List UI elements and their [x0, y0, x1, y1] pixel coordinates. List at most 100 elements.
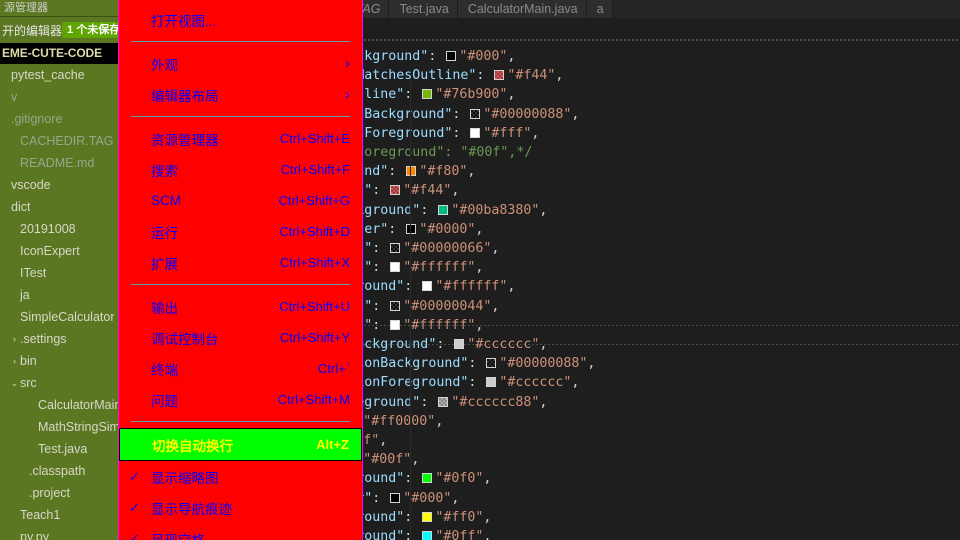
menu-item-shortcut: Ctrl+Shift+M	[277, 392, 350, 407]
file-tree-item[interactable]: vscode	[0, 174, 120, 196]
file-tree-item[interactable]: dict	[0, 196, 120, 218]
editor-tab[interactable]: CalculatorMain.java	[457, 0, 587, 18]
menu-item[interactable]: SCM Ctrl+Shift+G	[119, 185, 362, 216]
color-swatch-icon[interactable]	[486, 358, 497, 369]
menu-item[interactable]: 打开视图...	[119, 4, 362, 35]
json-value: "#00000066"	[403, 241, 492, 256]
menu-item[interactable]: 外观 ›	[119, 48, 362, 79]
json-value: "#00ba8380"	[451, 202, 540, 218]
menu-item[interactable]: 问题 Ctrl+Shift+M	[119, 384, 362, 415]
check-icon: ✓	[129, 530, 140, 540]
minimap-divider-right	[410, 78, 411, 540]
menu-item[interactable]: 资源管理器 Ctrl+Shift+E	[119, 123, 362, 154]
json-colon: :	[388, 164, 405, 180]
color-swatch-icon[interactable]	[486, 377, 497, 388]
editor-tab-label: a	[596, 2, 604, 16]
color-swatch-icon[interactable]	[470, 108, 481, 119]
file-tree-item[interactable]: Teach1	[0, 504, 120, 526]
json-comma: ,	[539, 394, 548, 410]
file-tree-item[interactable]: ⌄ src	[0, 372, 120, 394]
color-swatch-icon[interactable]	[422, 89, 433, 100]
file-tree-item-label: pytest_cache	[11, 68, 85, 82]
file-tree-item-label: Teach1	[20, 508, 61, 522]
menu-item[interactable]: 编辑器布局 ›	[119, 79, 362, 110]
menu-item-shortcut: Ctrl+Shift+Y	[279, 330, 350, 345]
json-value: "#cccccc88"	[451, 394, 540, 410]
json-colon: :	[372, 298, 389, 314]
menu-separator	[131, 284, 350, 285]
file-tree-item[interactable]: py.py	[0, 526, 120, 540]
menu-separator	[131, 41, 350, 42]
color-swatch-icon[interactable]	[406, 166, 417, 177]
file-tree-item[interactable]: pytest_cache	[0, 64, 120, 86]
json-comma: ,	[451, 183, 460, 199]
editor-tab[interactable]: Test.java	[389, 0, 458, 18]
file-tree-item[interactable]: IconExpert	[0, 240, 120, 262]
menu-item[interactable]: 调试控制台 Ctrl+Shift+Y	[119, 322, 362, 353]
color-swatch-icon[interactable]	[406, 223, 417, 234]
menu-item[interactable]: 搜索 Ctrl+Shift+F	[119, 154, 362, 185]
json-colon: :	[372, 490, 389, 506]
json-colon: :	[452, 125, 469, 141]
json-comma: ,	[571, 375, 580, 391]
menu-item[interactable]: 切换自动换行 Alt+Z	[119, 428, 362, 461]
menu-item[interactable]: ✓ 显示缩略图	[119, 461, 362, 492]
color-swatch-icon[interactable]	[422, 473, 433, 484]
json-value: "#ffffff"	[403, 260, 476, 276]
json-value: "#00000088"	[499, 356, 588, 372]
file-tree-item[interactable]: ITest	[0, 262, 120, 284]
file-tree-item[interactable]: README.md	[0, 152, 120, 174]
color-swatch-icon[interactable]	[470, 127, 481, 138]
color-swatch-icon[interactable]	[438, 396, 449, 407]
json-comma: ,	[411, 452, 420, 468]
json-value: "#00f"	[363, 452, 412, 468]
color-swatch-icon[interactable]	[390, 300, 401, 311]
menu-item[interactable]: 输出 Ctrl+Shift+U	[119, 291, 362, 322]
file-tree-item[interactable]: Test.java	[0, 438, 120, 460]
json-value: "#cccccc"	[467, 337, 540, 352]
color-swatch-icon[interactable]	[446, 51, 457, 61]
color-swatch-icon[interactable]	[494, 70, 505, 81]
file-tree-item[interactable]: .classpath	[0, 460, 120, 482]
file-tree-item[interactable]: .gitignore	[0, 108, 120, 130]
color-swatch-icon[interactable]	[422, 281, 433, 292]
menu-item[interactable]: 运行 Ctrl+Shift+D	[119, 216, 362, 247]
menu-item[interactable]: ✓ 呈现空格	[119, 523, 362, 540]
menu-item[interactable]: 终端 Ctrl+`	[119, 353, 362, 384]
color-swatch-icon[interactable]	[390, 492, 401, 503]
menu-item-label: 问题	[151, 393, 178, 409]
file-tree-item[interactable]: .project	[0, 482, 120, 504]
color-swatch-icon[interactable]	[454, 339, 465, 349]
color-swatch-icon[interactable]	[390, 262, 401, 273]
menu-item[interactable]: 扩展 Ctrl+Shift+X	[119, 247, 362, 278]
file-tree-item[interactable]: v	[0, 86, 120, 108]
file-tree-item[interactable]: MathStringSimpl	[0, 416, 120, 438]
color-swatch-icon[interactable]	[422, 531, 433, 540]
menu-item-label: 搜索	[151, 163, 178, 179]
file-tree-item[interactable]: 20191008	[0, 218, 120, 240]
file-tree-item[interactable]: CalculatorMain.ja	[0, 394, 120, 416]
view-context-menu[interactable]: 命令面板...Ctrl+Shift+P打开视图...外观›编辑器布局›资源管理器…	[118, 0, 363, 540]
file-tree-item[interactable]: › bin	[0, 350, 120, 372]
json-colon: :	[420, 394, 437, 410]
file-tree-item-label: MathStringSimpl	[38, 420, 120, 434]
file-tree-item[interactable]: › .settings	[0, 328, 120, 350]
color-swatch-icon[interactable]	[422, 511, 433, 522]
json-value: "#ffffff"	[403, 317, 476, 333]
json-colon: :	[404, 87, 421, 103]
file-tree-item[interactable]: CACHEDIR.TAG	[0, 130, 120, 152]
color-swatch-icon[interactable]	[390, 319, 401, 330]
color-swatch-icon[interactable]	[390, 185, 401, 196]
json-value: "#0ff"	[435, 529, 484, 540]
json-colon: :	[372, 183, 389, 199]
menu-item[interactable]: ✓ 显示导航痕迹	[119, 492, 362, 523]
json-comma: ,	[571, 106, 580, 122]
color-swatch-icon[interactable]	[390, 243, 401, 253]
open-editors-section[interactable]: 开的编辑器 1 个未保存	[0, 17, 120, 43]
color-swatch-icon[interactable]	[438, 204, 449, 215]
file-tree-item[interactable]: ja	[0, 284, 120, 306]
project-root-label[interactable]: EME-CUTE-CODE	[0, 43, 120, 64]
editor-tab[interactable]: a	[586, 0, 613, 18]
file-tree-item[interactable]: SimpleCalculator	[0, 306, 120, 328]
json-value: "#0f0"	[435, 471, 484, 487]
